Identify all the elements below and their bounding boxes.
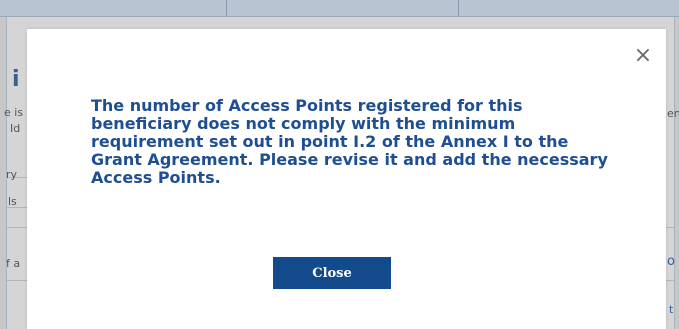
alert-dialog: × The number of Access Points registered… bbox=[27, 29, 666, 329]
background-top-bar bbox=[0, 0, 679, 17]
background-text-fragment: Id bbox=[10, 122, 21, 135]
close-icon[interactable]: × bbox=[632, 45, 654, 67]
background-text-fragment: f a bbox=[6, 257, 21, 270]
background-tab-divider bbox=[226, 0, 227, 16]
background-tab-divider bbox=[458, 0, 459, 16]
background-text-fragment: ls bbox=[8, 195, 17, 208]
close-button[interactable]: Close bbox=[273, 257, 391, 289]
screen: i e is Id ry ls f a en o t × The number … bbox=[0, 0, 679, 329]
background-link-fragment: t bbox=[669, 303, 674, 316]
background-heading-fragment: i bbox=[12, 67, 20, 92]
background-link-fragment: o bbox=[667, 254, 675, 269]
background-text-fragment: e is bbox=[4, 106, 24, 119]
background-text-fragment: ry bbox=[6, 168, 18, 181]
background-text-fragment: en bbox=[667, 107, 679, 120]
dialog-message: The number of Access Points registered f… bbox=[91, 96, 608, 187]
